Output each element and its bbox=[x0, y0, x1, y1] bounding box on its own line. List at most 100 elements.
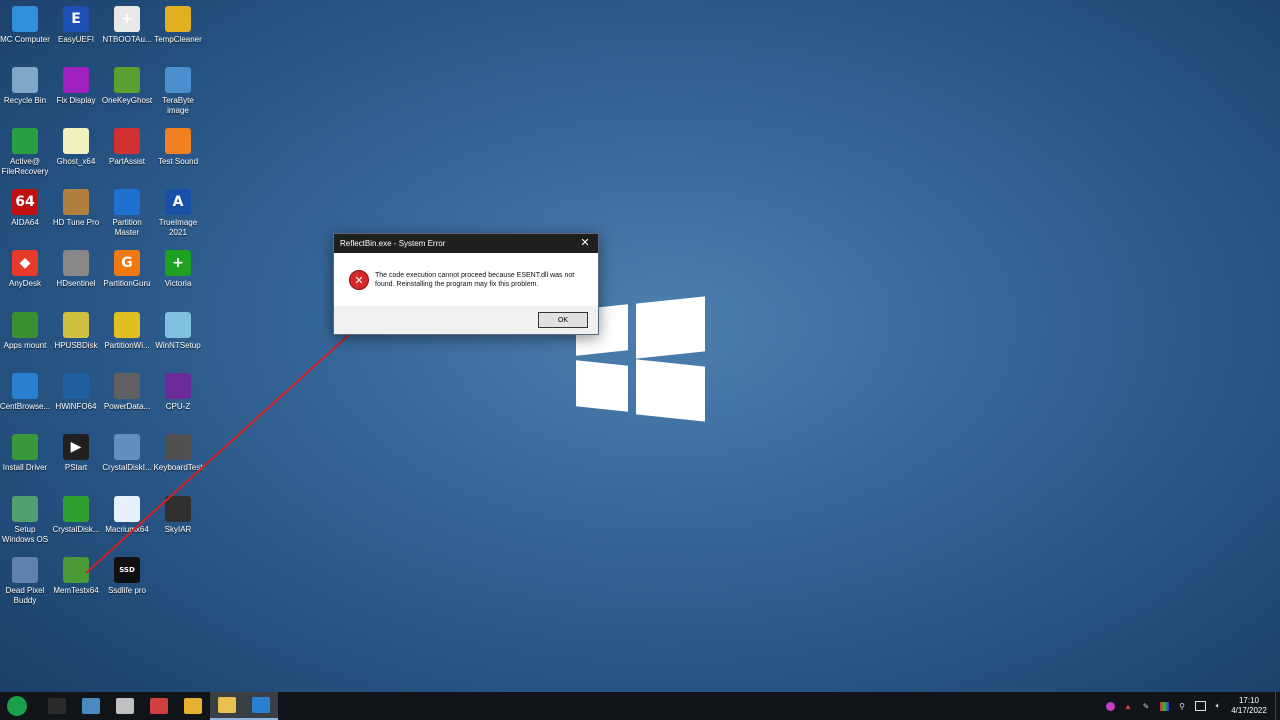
desktop-icon[interactable]: Active@ FileRecovery bbox=[0, 128, 51, 177]
show-desktop-button[interactable] bbox=[1275, 692, 1280, 720]
desktop-icon-label: CrystalDisk... bbox=[52, 525, 100, 534]
desktop-icon[interactable]: G PartitionGuru bbox=[101, 250, 153, 289]
taskbar-button[interactable] bbox=[210, 692, 244, 720]
terabyte-icon bbox=[165, 67, 191, 93]
memory-module-icon bbox=[63, 557, 89, 583]
taskbar-button[interactable] bbox=[142, 692, 176, 720]
color-tray-icon[interactable] bbox=[1157, 699, 1171, 713]
desktop-icon[interactable]: CPU-Z bbox=[152, 373, 204, 412]
desktop-icon-label: EasyUEFI bbox=[57, 35, 94, 44]
desktop-icon[interactable]: 64 AIDA64 bbox=[0, 189, 51, 228]
dialog-titlebar[interactable]: ReflectBin.exe - System Error ✕ bbox=[334, 234, 598, 253]
media-player-icon[interactable] bbox=[1103, 699, 1117, 713]
desktop-icon[interactable]: A TrueImage 2021 bbox=[152, 189, 204, 238]
desktop-icon[interactable]: OneKeyGhost bbox=[101, 67, 153, 106]
desktop-icon[interactable]: CrystalDisk... bbox=[50, 496, 102, 535]
desktop-icon[interactable]: CentBrowse... bbox=[0, 373, 51, 412]
desktop-icon[interactable]: ▶ PStart bbox=[50, 434, 102, 473]
desktop-icon[interactable]: Partition Master bbox=[101, 189, 153, 238]
desktop-icon[interactable]: TeraByte image bbox=[152, 67, 204, 116]
easyuefi-icon: E bbox=[63, 6, 89, 32]
desktop-icon[interactable]: Dead Pixel Buddy bbox=[0, 557, 51, 606]
recycle-bin-icon bbox=[12, 67, 38, 93]
command-prompt-icon bbox=[48, 698, 66, 714]
desktop-icon[interactable]: Install Driver bbox=[0, 434, 51, 473]
desktop-icon[interactable]: Recycle Bin bbox=[0, 67, 51, 106]
desktop-icon-label: PStart bbox=[64, 463, 88, 472]
usb-tray-icon[interactable]: ⚲ bbox=[1175, 699, 1189, 713]
desktop-icon[interactable]: E EasyUEFI bbox=[50, 6, 102, 45]
desktop-icon-label: AnyDesk bbox=[8, 279, 41, 288]
desktop-icon-label: MC Computer bbox=[0, 35, 50, 44]
desktop-icon-label: KeyboardTest bbox=[153, 463, 203, 472]
desktop-icon[interactable]: CrystalDiskI... bbox=[101, 434, 153, 473]
desktop-icon[interactable]: PartAssist bbox=[101, 128, 153, 167]
desktop-icon[interactable]: Apps mount bbox=[0, 312, 51, 351]
desktop-icon[interactable]: Fix Display bbox=[50, 67, 102, 106]
desktop-icon[interactable]: + Victoria bbox=[152, 250, 204, 289]
desktop-icon[interactable]: Test Sound bbox=[152, 128, 204, 167]
dialog-title: ReflectBin.exe - System Error bbox=[340, 239, 446, 248]
taskbar-button[interactable] bbox=[244, 692, 278, 720]
pen-tray-icon[interactable]: ✎ bbox=[1139, 699, 1153, 713]
system-tray: ▲ ✎ ⚲ 🔈︎ 17:10 4/17/2022 bbox=[1101, 692, 1280, 720]
desktop-icon-label: TrueImage 2021 bbox=[158, 218, 198, 237]
ok-button[interactable]: OK bbox=[538, 312, 588, 328]
desktop-icon[interactable]: SSD Ssdlife pro bbox=[101, 557, 153, 596]
folder-icon bbox=[218, 697, 236, 713]
desktop-icon[interactable]: Ghost_x64 bbox=[50, 128, 102, 167]
desktop-icon[interactable]: Setup Windows OS bbox=[0, 496, 51, 545]
laptop-icon bbox=[12, 557, 38, 583]
partitionwizard-icon bbox=[114, 312, 140, 338]
hdtune-icon bbox=[63, 189, 89, 215]
taskbar-button[interactable] bbox=[74, 692, 108, 720]
desktop-icon-label: MemTestx64 bbox=[53, 586, 99, 595]
winntsetup-icon bbox=[165, 312, 191, 338]
desktop-icon-label: CrystalDiskI... bbox=[102, 463, 152, 472]
taskbar-button[interactable] bbox=[108, 692, 142, 720]
desktop-icon[interactable]: HD Tune Pro bbox=[50, 189, 102, 228]
dialog-body: ✕ The code execution cannot proceed beca… bbox=[334, 254, 598, 306]
ghost-icon bbox=[114, 67, 140, 93]
remote-desktop-icon bbox=[82, 698, 100, 714]
desktop-icon[interactable]: HWiNFO64 bbox=[50, 373, 102, 412]
powerdata-icon bbox=[114, 373, 140, 399]
desktop-icon[interactable]: WinNTSetup bbox=[152, 312, 204, 351]
clock[interactable]: 17:10 4/17/2022 bbox=[1227, 696, 1271, 716]
desktop-icon[interactable]: PartitionWi... bbox=[101, 312, 153, 351]
taskbar-button[interactable] bbox=[40, 692, 74, 720]
taskbar-button[interactable] bbox=[176, 692, 210, 720]
desktop-icon-label: PartitionGuru bbox=[103, 279, 151, 288]
desktop-icon[interactable]: SkyIAR bbox=[152, 496, 204, 535]
desktop-icon[interactable]: PowerData... bbox=[101, 373, 153, 412]
install-driver-icon bbox=[12, 434, 38, 460]
desktop-icon[interactable]: + NTBOOTAu... bbox=[101, 6, 153, 45]
desktop-icon[interactable]: HDsentinel bbox=[50, 250, 102, 289]
system-error-dialog: ReflectBin.exe - System Error ✕ ✕ The co… bbox=[333, 233, 599, 335]
desktop-icon[interactable]: HPUSBDisk bbox=[50, 312, 102, 351]
desktop-icon-label: Victoria bbox=[164, 279, 192, 288]
desktop-icon[interactable]: ◆ AnyDesk bbox=[0, 250, 51, 289]
app-window-icon bbox=[252, 697, 270, 713]
network-tray-icon[interactable] bbox=[1193, 699, 1207, 713]
desktop-icon[interactable]: KeyboardTest bbox=[152, 434, 204, 473]
desktop-icon[interactable]: MC Computer bbox=[0, 6, 51, 45]
taskbar-button[interactable] bbox=[0, 692, 34, 720]
volume-icon[interactable]: 🔈︎ bbox=[1211, 699, 1225, 713]
desktop-icon-label: CPU-Z bbox=[165, 402, 191, 411]
close-icon[interactable]: ✕ bbox=[578, 236, 592, 249]
desktop-icon[interactable]: Macriumx64 bbox=[101, 496, 153, 535]
desktop-icon-label: Partition Master bbox=[112, 218, 142, 237]
desktop-icon-label: Test Sound bbox=[157, 157, 199, 166]
desktop-icon-label: PartAssist bbox=[108, 157, 145, 166]
apps-mount-icon bbox=[12, 312, 38, 338]
desktop-icon-label: HDsentinel bbox=[56, 279, 96, 288]
desktop-icon-label: Recycle Bin bbox=[3, 96, 47, 105]
desktop-icon[interactable]: TempCleaner bbox=[152, 6, 204, 45]
app-tray-icon[interactable]: ▲ bbox=[1121, 699, 1135, 713]
desktop-icon[interactable]: MemTestx64 bbox=[50, 557, 102, 596]
cpuz-icon bbox=[165, 373, 191, 399]
file-recovery-icon bbox=[12, 128, 38, 154]
task-manager-icon bbox=[150, 698, 168, 714]
desktop-icon-label: WinNTSetup bbox=[155, 341, 201, 350]
